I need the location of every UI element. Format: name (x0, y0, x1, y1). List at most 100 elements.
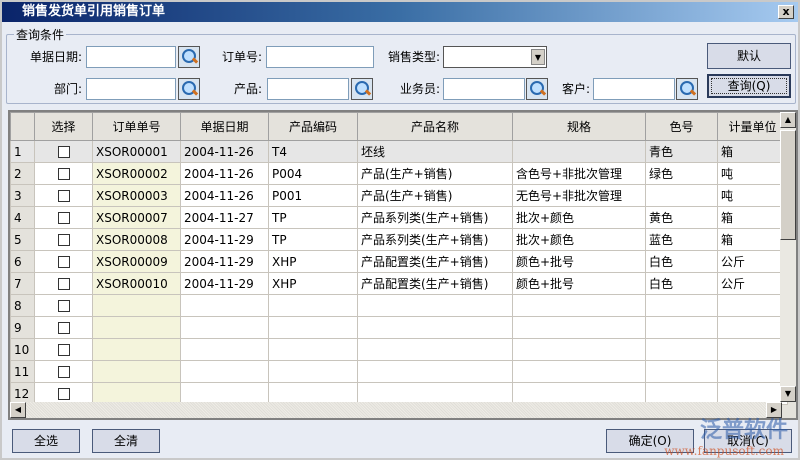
order-table: 选择 订单单号 单据日期 产品编码 产品名称 规格 色号 计量单位 1 XSOR00001 200… (10, 112, 788, 405)
table-cell (645, 316, 718, 339)
row-number: 8 (10, 294, 35, 317)
row-checkbox[interactable] (57, 344, 70, 356)
table-cell: 箱 (717, 206, 788, 229)
row-number: 1 (10, 140, 35, 163)
table-row[interactable]: 11 (10, 360, 788, 383)
column-header[interactable]: 选择 (34, 112, 93, 141)
row-checkbox[interactable] (57, 278, 70, 290)
order-no-input[interactable] (266, 46, 374, 68)
row-checkbox[interactable] (57, 212, 70, 224)
product-lookup-icon[interactable] (351, 78, 373, 100)
select-cell (34, 140, 93, 163)
table-cell: 产品配置类(生产+销售) (357, 272, 513, 295)
product-input[interactable] (267, 78, 349, 100)
product-label: 产品: (233, 82, 262, 96)
row-checkbox[interactable] (57, 366, 70, 378)
table-cell: 含色号+非批次管理 (512, 162, 646, 185)
table-cell: 2004-11-27 (180, 206, 269, 229)
row-number: 2 (10, 162, 35, 185)
table-cell (92, 294, 181, 317)
chevron-down-icon[interactable]: ▼ (531, 49, 545, 65)
table-cell: XSOR00008 (92, 228, 181, 251)
table-row[interactable]: 8 (10, 294, 788, 317)
table-cell: 吨 (717, 184, 788, 207)
table-cell (180, 360, 269, 383)
row-number: 6 (10, 250, 35, 273)
column-header[interactable]: 色号 (645, 112, 718, 141)
row-checkbox[interactable] (57, 168, 70, 180)
table-cell: XSOR00007 (92, 206, 181, 229)
select-cell (34, 316, 93, 339)
table-cell: 绿色 (645, 162, 718, 185)
row-number: 7 (10, 272, 35, 295)
select-cell (34, 206, 93, 229)
table-cell: P001 (268, 184, 358, 207)
table-cell (357, 294, 513, 317)
default-button[interactable]: 默认 (707, 43, 791, 69)
column-header[interactable]: 计量单位 (717, 112, 788, 141)
table-cell (645, 184, 718, 207)
table-cell: XSOR00002 (92, 162, 181, 185)
column-header[interactable]: 产品编码 (268, 112, 358, 141)
column-header[interactable]: 单据日期 (180, 112, 269, 141)
watermark-brand: 泛普软件 (699, 418, 788, 443)
table-cell: 批次+颜色 (512, 228, 646, 251)
table-cell: 青色 (645, 140, 718, 163)
row-checkbox[interactable] (57, 190, 70, 202)
table-row[interactable]: 6 XSOR00009 2004-11-29 XHP 产品配置类(生产+销售) 颜色+批号… (10, 250, 788, 273)
close-button[interactable]: x (778, 5, 794, 19)
table-row[interactable]: 1 XSOR00001 2004-11-26 T4 坯线 青色箱 (10, 140, 788, 163)
table-cell (268, 338, 358, 361)
table-cell (268, 360, 358, 383)
table-row[interactable]: 9 (10, 316, 788, 339)
dialog-window: 销售发货单引用销售订单 x 查询条件 单据日期: 订单号: 销售类型: ▼ 部门… (0, 0, 800, 460)
table-cell (92, 338, 181, 361)
title-bar: 销售发货单引用销售订单 x (2, 2, 798, 22)
row-checkbox[interactable] (57, 300, 70, 312)
column-header[interactable]: 规格 (512, 112, 646, 141)
customer-label: 客户: (561, 82, 590, 96)
table-row[interactable]: 3 XSOR00003 2004-11-26 P001 产品(生产+销售) 无色号+非批次… (10, 184, 788, 207)
row-checkbox[interactable] (57, 146, 70, 158)
row-checkbox[interactable] (57, 322, 70, 334)
column-header[interactable]: 产品名称 (357, 112, 513, 141)
row-checkbox[interactable] (57, 234, 70, 246)
vertical-scrollbar[interactable]: ▲ ▼ (780, 112, 796, 402)
clear-all-button[interactable]: 全清 (92, 429, 160, 453)
table-cell: 坯线 (357, 140, 513, 163)
dept-lookup-icon[interactable] (178, 78, 200, 100)
row-checkbox[interactable] (57, 388, 70, 400)
scroll-up-icon[interactable]: ▲ (780, 112, 796, 128)
date-lookup-icon[interactable] (178, 46, 200, 68)
table-row[interactable]: 10 (10, 338, 788, 361)
table-cell: 2004-11-29 (180, 272, 269, 295)
customer-lookup-icon[interactable] (676, 78, 698, 100)
table-cell (180, 294, 269, 317)
salesman-input[interactable] (443, 78, 525, 100)
dept-input[interactable] (86, 78, 176, 100)
horizontal-scrollbar[interactable]: ◀ ▶ (10, 402, 782, 418)
column-header[interactable]: 订单单号 (92, 112, 181, 141)
table-row[interactable]: 5 XSOR00008 2004-11-29 TP 产品系列类(生产+销售) 批次+颜色蓝… (10, 228, 788, 251)
table-row[interactable]: 4 XSOR00007 2004-11-27 TP 产品系列类(生产+销售) 批次+颜色黄… (10, 206, 788, 229)
select-all-button[interactable]: 全选 (12, 429, 80, 453)
customer-input[interactable] (593, 78, 675, 100)
table-cell: XHP (268, 250, 358, 273)
scroll-down-icon[interactable]: ▼ (780, 386, 796, 402)
table-row[interactable]: 7 XSOR00010 2004-11-29 XHP 产品配置类(生产+销售) 颜色+批号… (10, 272, 788, 295)
scroll-left-icon[interactable]: ◀ (10, 402, 26, 418)
table-row[interactable]: 2 XSOR00002 2004-11-26 P004 产品(生产+销售) 含色号+非批次… (10, 162, 788, 185)
sales-type-select[interactable]: ▼ (443, 46, 547, 68)
row-checkbox[interactable] (57, 256, 70, 268)
select-cell (34, 272, 93, 295)
sales-type-label: 销售类型: (387, 50, 440, 64)
table-cell: 吨 (717, 162, 788, 185)
scroll-thumb[interactable] (780, 130, 796, 240)
date-input[interactable] (86, 46, 176, 68)
query-button[interactable]: 查询(Q) (707, 74, 791, 98)
column-header[interactable] (10, 112, 35, 141)
salesman-lookup-icon[interactable] (526, 78, 548, 100)
table-cell: 颜色+批号 (512, 272, 646, 295)
table-cell (357, 316, 513, 339)
table-cell: XSOR00009 (92, 250, 181, 273)
